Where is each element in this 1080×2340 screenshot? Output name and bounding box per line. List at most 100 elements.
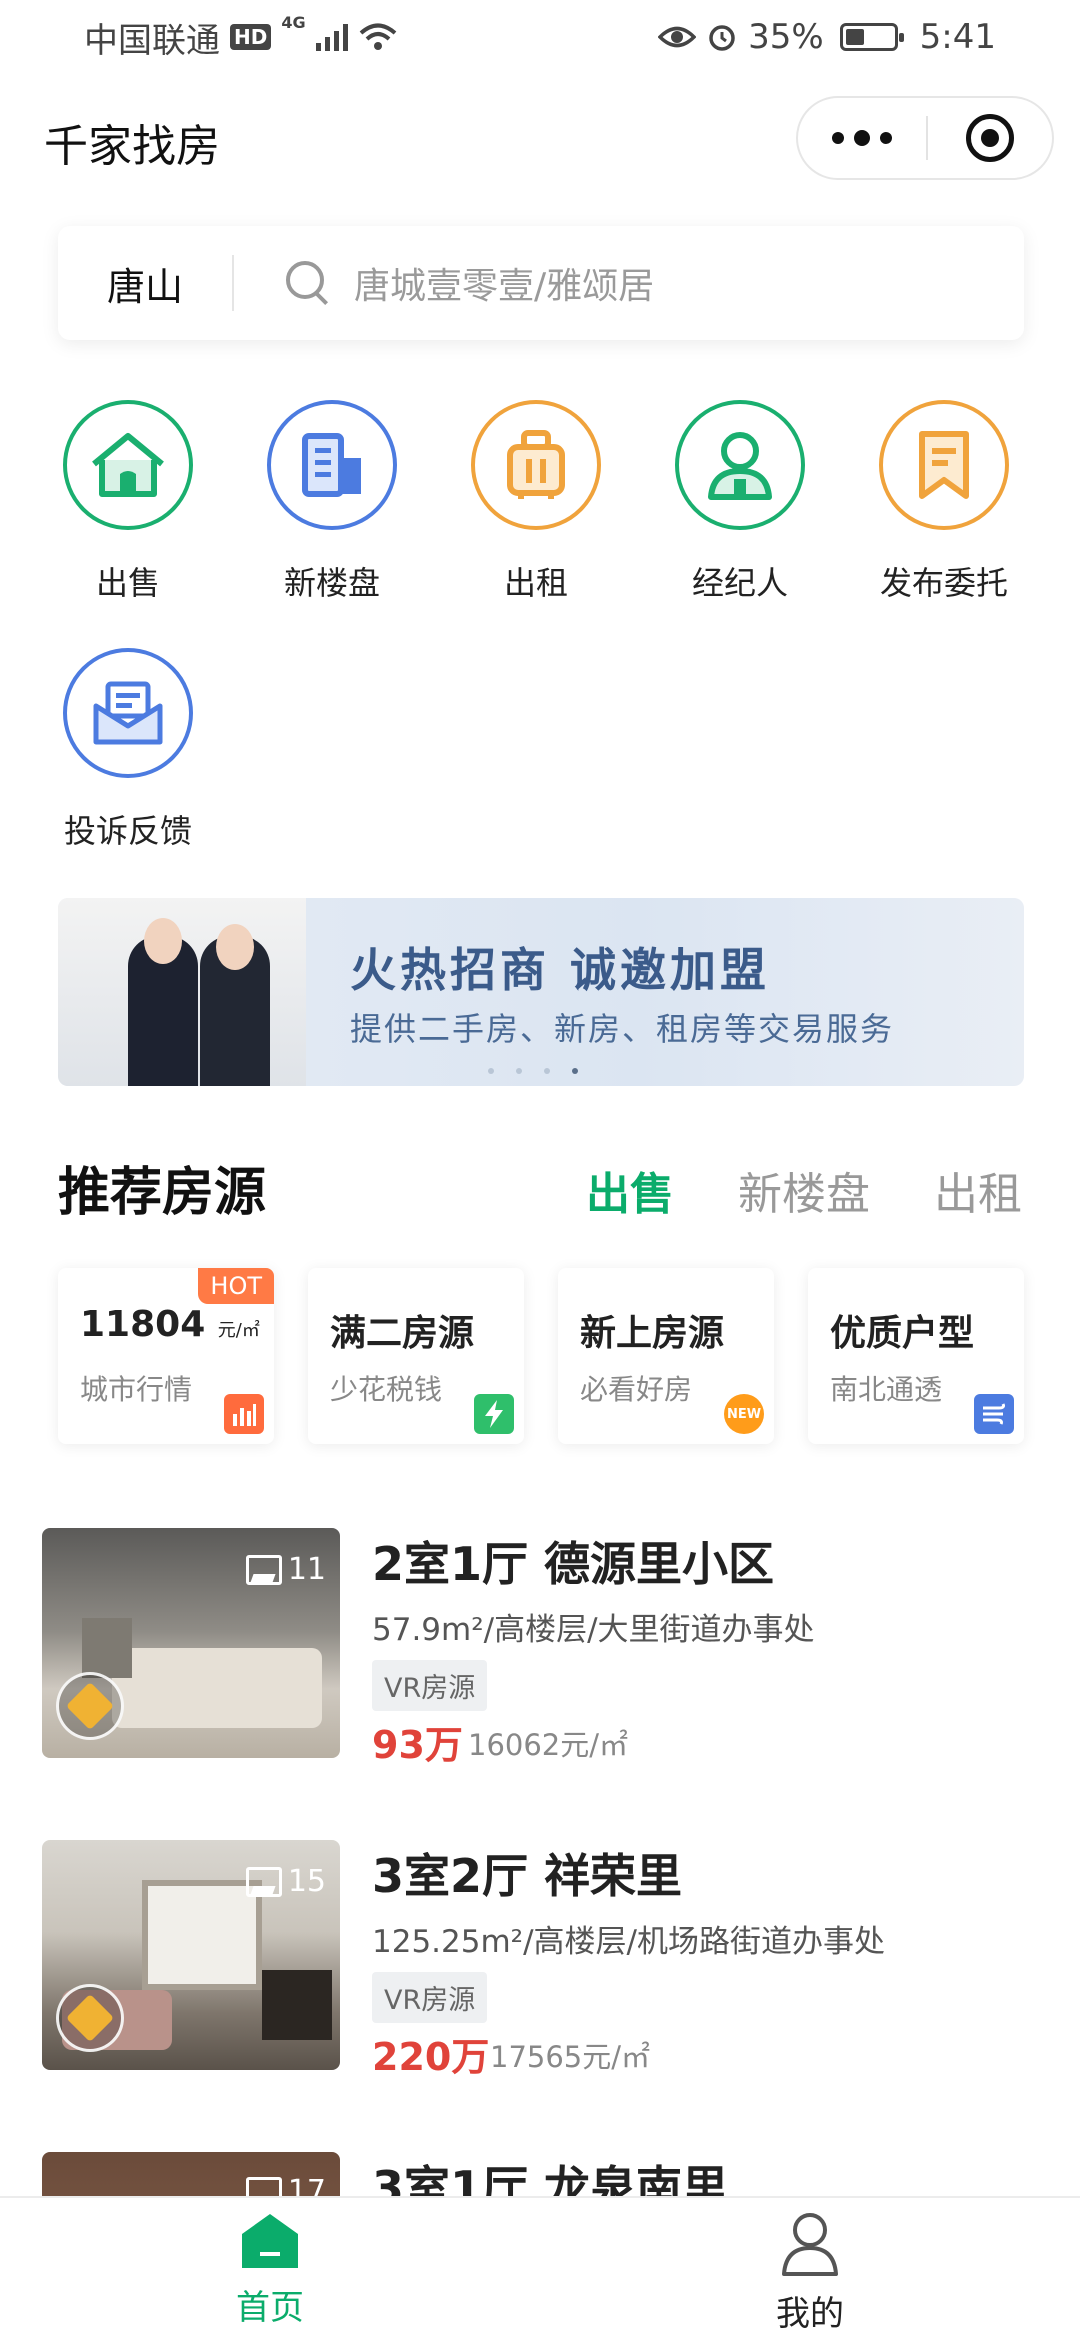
banner-face <box>144 918 182 964</box>
close-icon <box>966 114 1014 162</box>
tab-profile[interactable]: 我的 <box>540 2198 1080 2340</box>
listing-item[interactable]: 11 2室1厅 德源里小区 57.9m²/高楼层/大里街道办事处 VR房源 93… <box>42 1528 1042 1767</box>
city-selector[interactable]: 唐山 <box>58 256 232 311</box>
entry-publish[interactable]: 发布委托 <box>842 400 1046 604</box>
listing-price: 93万 <box>372 1723 463 1767</box>
listing-item[interactable]: 15 3室2厅 祥荣里 125.25m²/高楼层/机场路街道办事处 VR房源 2… <box>42 1840 1042 2079</box>
close-button[interactable] <box>928 114 1052 162</box>
card-subtitle: 南北通透 <box>830 1373 943 1406</box>
window-shape <box>142 1880 262 1990</box>
entry-label: 投诉反馈 <box>63 812 192 850</box>
page-dot <box>516 1068 522 1074</box>
photo-count-value: 15 <box>287 1864 326 1899</box>
entry-sale[interactable]: 出售 <box>26 400 230 604</box>
listing-photo: 15 <box>42 1840 340 2070</box>
card-title: 满二房源 <box>330 1313 475 1354</box>
network-type: 4G <box>281 12 306 32</box>
promo-banner[interactable]: 火热招商 诚邀加盟 提供二手房、新房、租房等交易服务 <box>58 898 1024 1086</box>
card-over-two-years[interactable]: 满二房源 少花税钱 <box>308 1268 524 1444</box>
vr-tag: VR房源 <box>372 1972 488 2023</box>
chart-icon <box>224 1394 264 1434</box>
entry-agent[interactable]: 经纪人 <box>638 400 842 604</box>
tab-home[interactable]: 首页 <box>0 2198 540 2340</box>
entry-label: 发布委托 <box>879 564 1008 602</box>
market-price: 11804 <box>80 1304 206 1345</box>
card-subtitle: 少花税钱 <box>330 1373 443 1406</box>
suitcase-icon <box>471 400 601 530</box>
tab-rent[interactable]: 出租 <box>934 1158 1022 1222</box>
battery-percent: 35% <box>748 17 824 57</box>
entry-rent[interactable]: 出租 <box>434 400 638 604</box>
status-left: 中国联通 HD 4G <box>84 13 398 62</box>
banner-photo <box>58 898 306 1086</box>
banner-pagination <box>488 1068 578 1074</box>
building-icon <box>267 400 397 530</box>
photo-count: 11 <box>245 1552 326 1587</box>
window-shape <box>82 1618 132 1678</box>
section-title: 推荐房源 <box>58 1163 267 1223</box>
agent-icon <box>675 400 805 530</box>
photo-icon <box>245 2176 282 2196</box>
status-bar: 中国联通 HD 4G 35% 5:41 <box>0 0 1080 74</box>
sofa-shape <box>112 1648 322 1728</box>
vr-tag: VR房源 <box>372 1660 488 1711</box>
vr-icon <box>56 1984 124 2052</box>
entry-new-homes[interactable]: 新楼盘 <box>230 400 434 604</box>
listing-photo: 17 <box>42 2152 340 2196</box>
card-subtitle: 必看好房 <box>580 1373 693 1406</box>
card-title: 新上房源 <box>580 1313 725 1354</box>
mail-icon <box>63 648 193 778</box>
home-icon <box>242 2214 298 2268</box>
photo-count-value: 17 <box>287 2174 326 2196</box>
user-icon <box>782 2213 838 2276</box>
carrier-name: 中国联通 <box>84 20 220 61</box>
more-button[interactable] <box>798 98 926 178</box>
tab-new-homes[interactable]: 新楼盘 <box>738 1158 870 1222</box>
listing-title: 3室2厅 祥荣里 <box>372 1849 683 1903</box>
tab-label: 首页 <box>236 2288 304 2328</box>
listing-photo: 11 <box>42 1528 340 1758</box>
photo-count-value: 11 <box>287 1552 326 1587</box>
status-right: 35% 5:41 <box>658 17 996 57</box>
battery-icon <box>839 23 904 51</box>
photo-count: 15 <box>245 1864 326 1899</box>
signal-icon <box>315 23 348 51</box>
listing-unit-price: 16062元/㎡ <box>468 1728 629 1762</box>
tab-label: 我的 <box>776 2294 844 2334</box>
listing-unit-price: 17565元/㎡ <box>490 2040 651 2074</box>
header: 千家找房 <box>0 90 1080 186</box>
card-quality-layout[interactable]: 优质户型 南北通透 <box>808 1268 1024 1444</box>
wifi-icon <box>359 23 396 50</box>
mini-program-capsule <box>796 96 1054 180</box>
listing-info: 125.25m²/高楼层/机场路街道办事处 <box>372 1924 885 1960</box>
alarm-icon <box>709 25 735 51</box>
search-bar: 唐山 唐城壹零壹/雅颂居 <box>58 226 1024 340</box>
card-market[interactable]: HOT 11804 元/㎡ 城市行情 <box>58 1268 274 1444</box>
listing-item[interactable]: 17 3室1厅 龙泉南里 <box>42 2152 1042 2196</box>
entry-label: 经纪人 <box>691 564 788 602</box>
house-icon <box>63 400 193 530</box>
banner-title: 火热招商 诚邀加盟 <box>350 943 771 997</box>
bookmark-icon <box>879 400 1009 530</box>
page-dot <box>488 1068 494 1074</box>
listing-title: 3室1厅 龙泉南里 <box>372 2161 729 2196</box>
listing-price: 220万 <box>372 2035 490 2079</box>
listing-title: 2室1厅 德源里小区 <box>372 1537 775 1591</box>
vr-icon <box>56 1672 124 1740</box>
new-icon: NEW <box>724 1394 764 1434</box>
entry-label: 出租 <box>503 564 568 602</box>
card-new-listings[interactable]: 新上房源 必看好房 NEW <box>558 1268 774 1444</box>
listing-info: 57.9m²/高楼层/大里街道办事处 <box>372 1612 815 1648</box>
search-icon <box>286 261 330 305</box>
market-price-unit: 元/㎡ <box>217 1320 260 1341</box>
clock: 5:41 <box>919 17 996 57</box>
hot-badge: HOT <box>198 1268 274 1304</box>
entry-complaint[interactable]: 投诉反馈 <box>26 648 230 852</box>
page-dot <box>544 1068 550 1074</box>
card-title: 11804 元/㎡ <box>80 1304 260 1345</box>
listing-tabs: 出售 新楼盘 出租 <box>586 1158 1022 1222</box>
search-input[interactable]: 唐城壹零壹/雅颂居 <box>354 257 654 309</box>
photo-icon <box>245 1866 282 1897</box>
tab-sale[interactable]: 出售 <box>586 1158 674 1222</box>
cabinet-shape <box>262 1970 332 2040</box>
